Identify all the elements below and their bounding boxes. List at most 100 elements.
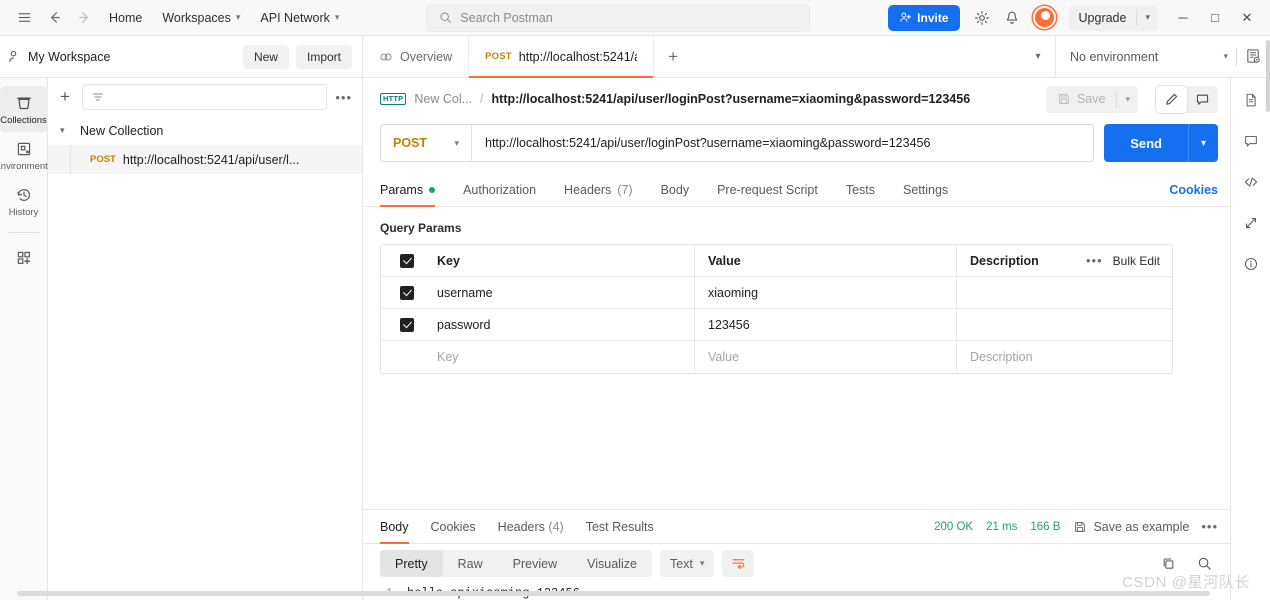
response-more-actions-icon[interactable]: ••• xyxy=(1201,519,1218,534)
document-icon[interactable] xyxy=(1237,88,1265,112)
comment-icon[interactable] xyxy=(1187,86,1218,113)
cell-description[interactable] xyxy=(957,309,1172,340)
tab-pre-request-script[interactable]: Pre-request Script xyxy=(717,174,831,206)
environment-quick-look-icon[interactable] xyxy=(1245,48,1262,65)
row-checkbox[interactable] xyxy=(400,285,414,300)
maximize-button[interactable]: □ xyxy=(1200,3,1230,33)
sidebar-item-history[interactable]: History xyxy=(0,178,48,224)
info-icon[interactable] xyxy=(1237,252,1265,276)
send-button[interactable]: Send xyxy=(1104,124,1188,162)
upgrade-chevron-down-icon[interactable]: ▾ xyxy=(1137,12,1158,23)
environment-chevron-down-icon[interactable]: ▾ xyxy=(1223,51,1228,62)
tab-list-chevron-down-icon[interactable]: ▾ xyxy=(1021,36,1055,77)
scrollbar-thumb[interactable] xyxy=(17,591,1210,596)
forward-arrow-icon[interactable] xyxy=(70,5,98,31)
filter-input[interactable] xyxy=(81,84,328,110)
sidebar-item-environments[interactable]: Environments xyxy=(0,132,53,178)
tab-body[interactable]: Body xyxy=(661,174,703,206)
chevron-down-icon[interactable]: ▾ xyxy=(60,125,74,136)
bell-icon[interactable] xyxy=(998,5,1026,31)
close-button[interactable]: ✕ xyxy=(1232,3,1262,33)
avatar[interactable] xyxy=(1032,6,1056,29)
back-arrow-icon[interactable] xyxy=(40,5,68,31)
home-link[interactable]: Home xyxy=(100,7,151,29)
new-button[interactable]: New xyxy=(242,44,289,69)
cell-value[interactable]: 123456 xyxy=(695,309,957,340)
cell-description-placeholder[interactable]: Description xyxy=(957,341,1172,373)
fork-icon[interactable] xyxy=(1237,211,1265,235)
tab-request[interactable]: POST http://localhost:5241/a xyxy=(469,36,655,78)
cookies-link[interactable]: Cookies xyxy=(1169,174,1218,206)
row-checkbox-cell xyxy=(381,285,433,300)
request-method-badge: POST xyxy=(90,154,116,165)
save-as-example-button[interactable]: Save as example xyxy=(1073,520,1189,534)
response-tab-test-results[interactable]: Test Results xyxy=(586,511,654,543)
minimize-button[interactable]: ─ xyxy=(1168,3,1198,33)
new-item-button[interactable]: + xyxy=(56,87,74,107)
response-tab-test-results-label: Test Results xyxy=(585,519,654,534)
tab-headers[interactable]: Headers (7) xyxy=(564,174,646,206)
select-all-checkbox[interactable] xyxy=(400,253,414,268)
response-tab-cookies[interactable]: Cookies xyxy=(431,511,476,543)
sidebar-item-add-apps[interactable] xyxy=(0,241,48,273)
table-row[interactable]: username xiaoming xyxy=(381,277,1172,309)
tab-overview[interactable]: Overview xyxy=(363,36,470,77)
code-icon[interactable] xyxy=(1237,170,1265,194)
invite-button[interactable]: Invite xyxy=(888,4,960,31)
view-mode-preview[interactable]: Preview xyxy=(498,550,572,577)
cell-key-placeholder[interactable]: Key xyxy=(433,341,695,373)
new-tab-button[interactable]: + xyxy=(654,36,692,77)
filter-icon xyxy=(93,93,103,101)
sidebar-item-collections[interactable]: Collections xyxy=(0,86,48,132)
response-tab-body[interactable]: Body xyxy=(380,511,409,544)
environment-selector[interactable]: No environment xyxy=(1070,50,1217,64)
wrap-lines-icon[interactable] xyxy=(722,550,755,577)
right-rail xyxy=(1230,78,1270,600)
tab-authorization[interactable]: Authorization xyxy=(463,174,549,206)
collection-node[interactable]: ▾ New Collection xyxy=(48,116,362,145)
list-item[interactable]: POST http://localhost:5241/api/user/l... xyxy=(48,145,362,174)
cell-value[interactable]: xiaoming xyxy=(695,277,957,308)
save-chevron-down-icon[interactable]: ▾ xyxy=(1117,94,1138,105)
send-chevron-down-icon[interactable]: ▾ xyxy=(1188,124,1218,162)
app-body: Collections Environments History + ••• ▾… xyxy=(0,40,1270,600)
response-size: 166 B xyxy=(1030,520,1061,533)
cell-value-placeholder[interactable]: Value xyxy=(695,341,957,373)
save-button[interactable]: Save xyxy=(1046,92,1117,106)
http-method-selector[interactable]: POST ▾ xyxy=(381,125,472,161)
cell-key[interactable]: password xyxy=(433,309,695,340)
search-icon[interactable] xyxy=(1190,550,1218,577)
table-more-actions-icon[interactable]: ••• xyxy=(1086,253,1103,268)
gear-icon[interactable] xyxy=(968,5,996,31)
import-button[interactable]: Import xyxy=(295,44,352,69)
table-row[interactable]: password 123456 xyxy=(381,309,1172,341)
search-input[interactable]: Search Postman xyxy=(426,3,811,32)
cell-key[interactable]: username xyxy=(433,277,695,308)
breadcrumb-collection[interactable]: New Col... xyxy=(414,92,472,106)
api-network-menu[interactable]: API Network ▾ xyxy=(251,7,348,29)
comment-icon[interactable] xyxy=(1237,129,1265,153)
tab-params[interactable]: Params xyxy=(380,174,448,207)
response-format-selector[interactable]: Text ▾ xyxy=(659,550,715,577)
url-input[interactable]: http://localhost:5241/api/user/loginPost… xyxy=(472,136,1093,150)
upgrade-button[interactable]: Upgrade xyxy=(1069,11,1137,25)
view-mode-visualize[interactable]: Visualize xyxy=(572,550,652,577)
table-row-empty[interactable]: Key Value Description xyxy=(381,341,1172,373)
url-row: POST ▾ http://localhost:5241/api/user/lo… xyxy=(363,120,1230,162)
response-tab-headers[interactable]: Headers (4) xyxy=(498,511,564,543)
tab-headers-label: Headers xyxy=(564,183,612,197)
cell-description[interactable] xyxy=(957,277,1172,308)
tab-settings[interactable]: Settings xyxy=(903,174,961,206)
edit-pencil-icon[interactable] xyxy=(1156,85,1187,113)
sidebar-more-actions-icon[interactable]: ••• xyxy=(335,90,352,105)
hamburger-icon[interactable] xyxy=(10,5,38,31)
workspaces-menu[interactable]: Workspaces ▾ xyxy=(153,7,249,29)
view-mode-pretty[interactable]: Pretty xyxy=(380,550,443,577)
copy-icon[interactable] xyxy=(1154,550,1182,577)
response-horizontal-scrollbar[interactable] xyxy=(17,591,1210,596)
view-mode-raw[interactable]: Raw xyxy=(443,550,498,577)
tab-tests[interactable]: Tests xyxy=(846,174,888,206)
bulk-edit-button[interactable]: Bulk Edit xyxy=(1113,254,1160,268)
row-checkbox[interactable] xyxy=(400,317,414,332)
sidebar-vertical-scrollbar[interactable] xyxy=(1266,40,1270,112)
